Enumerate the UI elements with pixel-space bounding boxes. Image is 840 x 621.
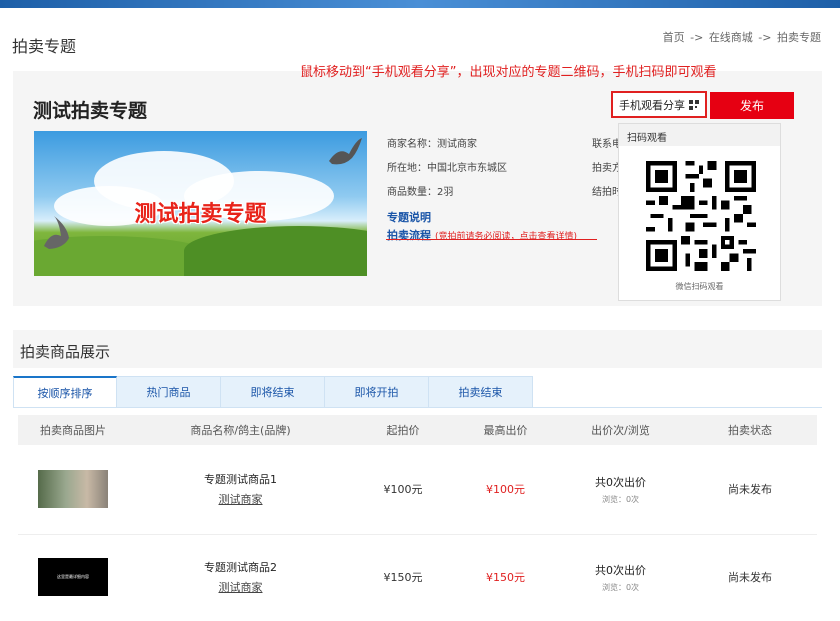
bid-count: 共0次出价 [595,475,646,489]
tab-popular[interactable]: 热门商品 [117,376,221,408]
product-thumbnail[interactable] [38,470,108,508]
qr-code-image [646,161,756,271]
product-thumbnail[interactable]: 这里是最详细内容 [38,558,108,596]
section-header [13,330,822,368]
table-header: 拍卖商品图片 商品名称/鸽主(品牌) 起拍价 最高出价 出价次/浏览 拍卖状态 [18,415,817,445]
breadcrumb-current: 拍卖专题 [777,31,821,44]
tab-sequential[interactable]: 按顺序排序 [13,376,117,408]
bid-count: 共0次出价 [595,563,646,577]
pigeon-icon [329,138,362,165]
tab-divider [13,407,822,408]
sort-tabs: 按顺序排序 热门商品 即将结束 即将开拍 拍卖结束 [13,376,533,408]
section-title: 拍卖商品展示 [20,343,111,361]
process-note: (竞拍前请务必阅读，点击查看详情) [435,232,578,242]
seller-link[interactable]: 测试商家 [219,491,263,507]
breadcrumb-mall-link[interactable]: 在线商城 [709,31,753,44]
view-count: 浏览：0次 [601,494,640,504]
breadcrumb: 首页 -> 在线商城 -> 拍卖专题 [662,29,822,45]
product-name[interactable]: 专题测试商品2 [204,559,277,575]
column-header: 商品名称/鸽主(品牌) [190,424,291,437]
thumbnail-text: 这里是最详细内容 [57,574,89,579]
column-header: 起拍价 [386,424,420,437]
breadcrumb-separator: -> [754,31,775,44]
qr-caption: 微信扫码观看 [675,282,724,291]
merchant-name: 商家名称：测试商家 [387,139,477,150]
quantity: 商品数量：2羽 [387,187,454,198]
auction-process-link[interactable]: 拍卖流程 (竞拍前请务必阅读，点击查看详情) [387,227,577,243]
publish-button[interactable]: 发布 [710,92,794,119]
column-header: 出价次/浏览 [591,424,650,437]
tab-ending-soon[interactable]: 即将结束 [221,376,325,408]
qr-code-icon [689,99,699,110]
page-title: 拍卖专题 [12,37,77,56]
seller-link[interactable]: 测试商家 [219,579,263,595]
tab-starting-soon[interactable]: 即将开拍 [325,376,429,408]
table-row[interactable]: 专题测试商品1 测试商家 ¥100元 ¥100元 共0次出价 浏览：0次 尚未发… [18,445,817,533]
auction-status: 尚未发布 [728,571,772,584]
topic-title: 测试拍卖专题 [33,100,148,122]
view-count: 浏览：0次 [601,582,640,592]
start-price: ¥100元 [383,483,423,496]
instruction-hint: 鼠标移动到“手机观看分享”，出现对应的专题二维码，手机扫码即可观看 [300,65,717,80]
process-label: 拍卖流程 [387,229,431,242]
top-accent-bar [0,0,840,8]
start-price: ¥150元 [383,571,423,584]
breadcrumb-separator: -> [686,31,707,44]
highest-bid: ¥100元 [486,483,525,496]
share-label: 手机观看分享 [619,98,685,112]
banner-title: 测试拍卖专题 [134,202,267,227]
location: 所在地：中国北京市东城区 [387,163,507,174]
breadcrumb-home-link[interactable]: 首页 [663,31,685,44]
auction-status: 尚未发布 [728,483,772,496]
product-name[interactable]: 专题测试商品1 [204,471,277,487]
topic-banner-image: 测试拍卖专题 [34,131,367,276]
tab-ended[interactable]: 拍卖结束 [429,376,533,408]
topic-description-link[interactable]: 专题说明 [387,209,431,225]
qr-popup-title: 扫码观看 [619,124,780,146]
highest-bid: ¥150元 [486,571,525,584]
qr-popup: 扫码观看 微信扫码观看 [618,123,781,301]
mobile-share-button[interactable]: 手机观看分享 [611,91,707,118]
underline-divider [386,239,597,240]
column-header: 拍卖商品图片 [40,424,106,437]
column-header: 拍卖状态 [728,424,772,437]
column-header: 最高出价 [483,424,528,437]
